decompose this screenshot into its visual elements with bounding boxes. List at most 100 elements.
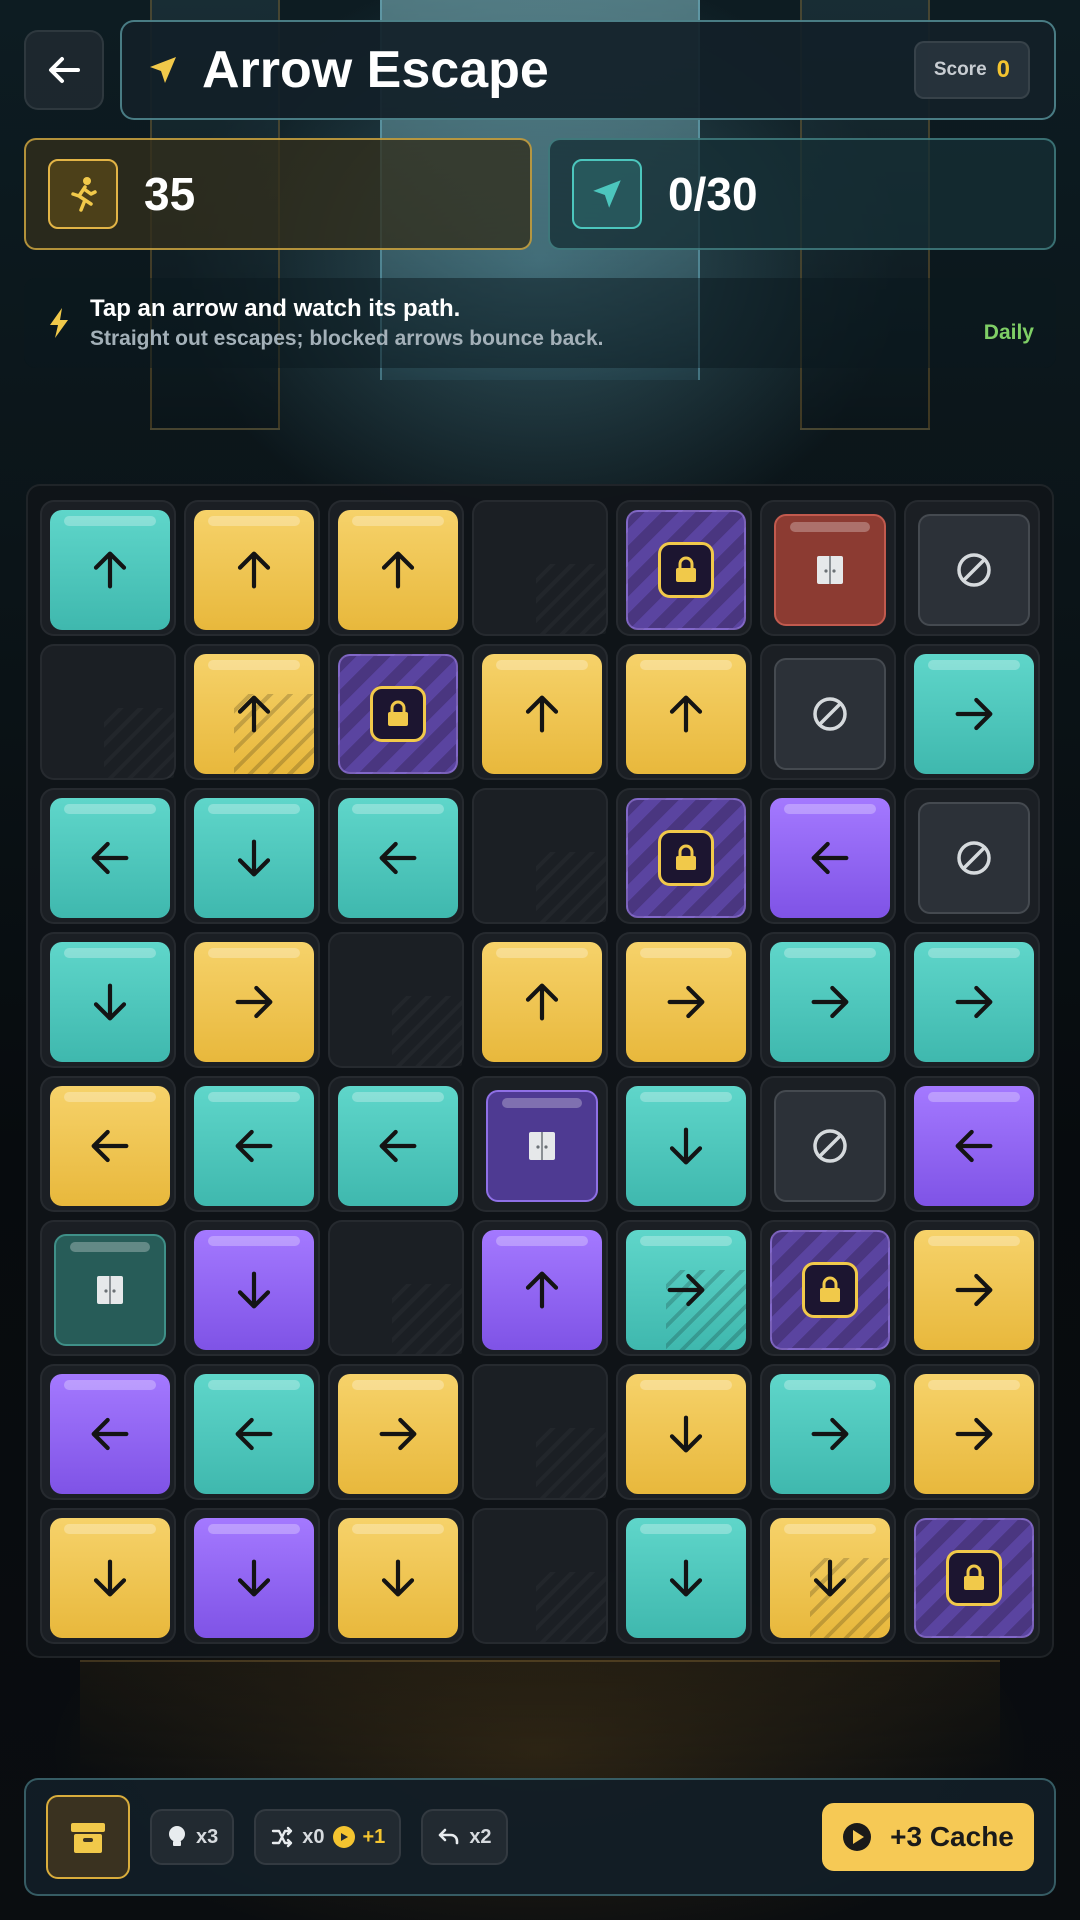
board-cell[interactable] bbox=[904, 1364, 1040, 1500]
board-cell[interactable] bbox=[904, 500, 1040, 636]
arrow-left-icon bbox=[379, 1129, 417, 1163]
teal-arrow-tile-left[interactable] bbox=[50, 798, 170, 918]
board-cell[interactable] bbox=[40, 500, 176, 636]
teal-arrow-tile-up[interactable] bbox=[50, 510, 170, 630]
no-entry-icon bbox=[957, 553, 991, 587]
yellow-arrow-tile-left[interactable] bbox=[50, 1086, 170, 1206]
purple-arrow-tile-down[interactable] bbox=[194, 1518, 314, 1638]
board-cell[interactable] bbox=[760, 932, 896, 1068]
board-cell[interactable] bbox=[760, 500, 896, 636]
board-cell[interactable] bbox=[760, 1508, 896, 1644]
board-cell[interactable] bbox=[472, 932, 608, 1068]
board-cell[interactable] bbox=[616, 644, 752, 780]
board-cell[interactable] bbox=[184, 1220, 320, 1356]
teal-arrow-tile-down[interactable] bbox=[626, 1518, 746, 1638]
yellow-arrow-tile-right[interactable] bbox=[914, 1374, 1034, 1494]
board-cell[interactable] bbox=[328, 500, 464, 636]
board-cell[interactable] bbox=[616, 1364, 752, 1500]
purple-arrow-tile-left[interactable] bbox=[50, 1374, 170, 1494]
board-cell[interactable] bbox=[40, 932, 176, 1068]
shuffle-tool-button[interactable]: x0 +1 bbox=[254, 1809, 402, 1865]
yellow-arrow-tile-right[interactable] bbox=[626, 942, 746, 1062]
arrow-down-icon bbox=[381, 1559, 415, 1597]
board-cell[interactable] bbox=[184, 932, 320, 1068]
board-cell[interactable] bbox=[760, 788, 896, 924]
board-cell[interactable] bbox=[904, 1076, 1040, 1212]
board-cell[interactable] bbox=[40, 1220, 176, 1356]
board-cell[interactable] bbox=[616, 500, 752, 636]
teal-arrow-tile-left[interactable] bbox=[338, 798, 458, 918]
board-cell[interactable] bbox=[472, 1076, 608, 1212]
board-cell[interactable] bbox=[40, 1508, 176, 1644]
yellow-arrow-tile-down[interactable] bbox=[626, 1374, 746, 1494]
purple-arrow-tile-left[interactable] bbox=[914, 1086, 1034, 1206]
purple-arrow-tile-up[interactable] bbox=[482, 1230, 602, 1350]
board-cell[interactable] bbox=[328, 788, 464, 924]
cache-box-button[interactable] bbox=[46, 1795, 130, 1879]
purple-arrow-tile-left[interactable] bbox=[770, 798, 890, 918]
board-cell[interactable] bbox=[760, 1364, 896, 1500]
teal-arrow-tile-down[interactable] bbox=[626, 1086, 746, 1206]
board-cell[interactable] bbox=[472, 1220, 608, 1356]
yellow-arrow-tile-up[interactable] bbox=[194, 510, 314, 630]
board-cell[interactable] bbox=[760, 1220, 896, 1356]
teal-arrow-tile-left[interactable] bbox=[194, 1086, 314, 1206]
board-cell[interactable] bbox=[904, 644, 1040, 780]
cache-reward-button[interactable]: +3 Cache bbox=[822, 1803, 1034, 1871]
board-cell[interactable] bbox=[184, 1364, 320, 1500]
blocked-wall-tile bbox=[918, 514, 1030, 626]
teal-arrow-tile-left[interactable] bbox=[338, 1086, 458, 1206]
board-cell[interactable] bbox=[328, 1364, 464, 1500]
board-cell[interactable] bbox=[616, 1508, 752, 1644]
yellow-arrow-tile-up[interactable] bbox=[194, 654, 314, 774]
board-cell[interactable] bbox=[184, 500, 320, 636]
yellow-arrow-tile-down[interactable] bbox=[770, 1518, 890, 1638]
teal-arrow-tile-down[interactable] bbox=[50, 942, 170, 1062]
yellow-arrow-tile-up[interactable] bbox=[338, 510, 458, 630]
teal-arrow-tile-right[interactable] bbox=[914, 654, 1034, 774]
board-cell[interactable] bbox=[760, 1076, 896, 1212]
board-cell[interactable] bbox=[40, 788, 176, 924]
arrow-left-icon bbox=[811, 841, 849, 875]
board-cell[interactable] bbox=[184, 1076, 320, 1212]
teal-arrow-tile-down[interactable] bbox=[194, 798, 314, 918]
board-cell[interactable] bbox=[904, 788, 1040, 924]
teal-arrow-tile-right[interactable] bbox=[626, 1230, 746, 1350]
yellow-arrow-tile-right[interactable] bbox=[194, 942, 314, 1062]
board-cell[interactable] bbox=[184, 1508, 320, 1644]
board-cell[interactable] bbox=[616, 932, 752, 1068]
board-cell[interactable] bbox=[40, 1076, 176, 1212]
back-button[interactable] bbox=[24, 30, 104, 110]
yellow-arrow-tile-right[interactable] bbox=[338, 1374, 458, 1494]
teal-arrow-tile-right[interactable] bbox=[770, 1374, 890, 1494]
board-cell[interactable] bbox=[616, 1220, 752, 1356]
board-cell[interactable] bbox=[616, 788, 752, 924]
arrow-up-icon bbox=[525, 695, 559, 733]
board-cell[interactable] bbox=[472, 644, 608, 780]
yellow-arrow-tile-up[interactable] bbox=[482, 942, 602, 1062]
teal-arrow-tile-left[interactable] bbox=[194, 1374, 314, 1494]
board-cell[interactable] bbox=[328, 1508, 464, 1644]
arrow-right-icon bbox=[955, 985, 993, 1019]
board-cell[interactable] bbox=[184, 644, 320, 780]
board-cell[interactable] bbox=[904, 932, 1040, 1068]
board-cell[interactable] bbox=[184, 788, 320, 924]
board-cell[interactable] bbox=[904, 1508, 1040, 1644]
board-cell[interactable] bbox=[328, 644, 464, 780]
yellow-arrow-tile-down[interactable] bbox=[338, 1518, 458, 1638]
board-cell[interactable] bbox=[40, 1364, 176, 1500]
teal-arrow-tile-right[interactable] bbox=[914, 942, 1034, 1062]
hint-tool-button[interactable]: x3 bbox=[150, 1809, 235, 1865]
board-cell[interactable] bbox=[328, 1076, 464, 1212]
yellow-arrow-tile-right[interactable] bbox=[914, 1230, 1034, 1350]
yellow-arrow-tile-up[interactable] bbox=[482, 654, 602, 774]
board-cell[interactable] bbox=[904, 1220, 1040, 1356]
moves-value: 35 bbox=[144, 168, 196, 220]
teal-arrow-tile-right[interactable] bbox=[770, 942, 890, 1062]
yellow-arrow-tile-up[interactable] bbox=[626, 654, 746, 774]
purple-arrow-tile-down[interactable] bbox=[194, 1230, 314, 1350]
board-cell[interactable] bbox=[616, 1076, 752, 1212]
undo-tool-button[interactable]: x2 bbox=[421, 1809, 508, 1865]
yellow-arrow-tile-down[interactable] bbox=[50, 1518, 170, 1638]
board-cell[interactable] bbox=[760, 644, 896, 780]
